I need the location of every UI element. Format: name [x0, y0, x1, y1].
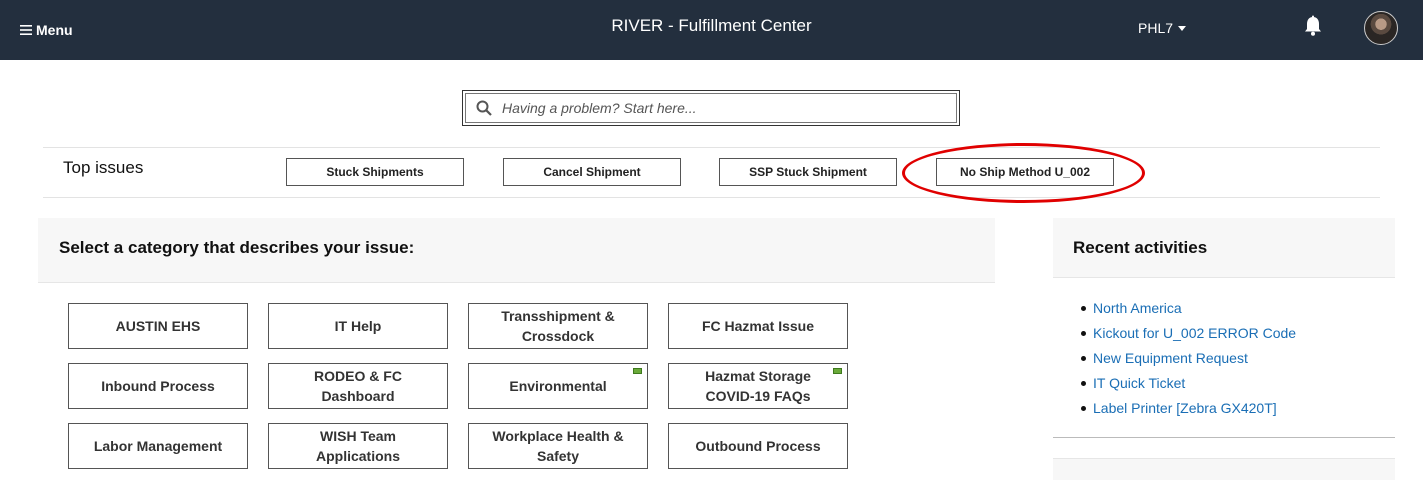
- recent-link-equipment[interactable]: New Equipment Request: [1093, 350, 1248, 366]
- top-issues-row: Top issues Stuck Shipments Cancel Shipme…: [43, 147, 1380, 198]
- category-label: RODEO & FC Dashboard: [314, 368, 402, 404]
- category-labor-management[interactable]: Labor Management: [68, 423, 248, 469]
- recent-link-north-america[interactable]: North America: [1093, 300, 1182, 316]
- category-label: Labor Management: [93, 438, 223, 454]
- category-label: IT Help: [334, 318, 382, 334]
- category-fc-hazmat[interactable]: FC Hazmat Issue: [668, 303, 848, 349]
- notification-bell-icon[interactable]: [1303, 15, 1323, 42]
- issue-button-cancel-shipment[interactable]: Cancel Shipment: [503, 158, 681, 186]
- category-inbound-process[interactable]: Inbound Process: [68, 363, 248, 409]
- category-outbound-process[interactable]: Outbound Process: [668, 423, 848, 469]
- recent-activities-list: North America Kickout for U_002 ERROR Co…: [1080, 298, 1296, 423]
- category-transshipment[interactable]: Transshipment & Crossdock: [468, 303, 648, 349]
- divider: [1053, 437, 1395, 438]
- category-it-help[interactable]: IT Help: [268, 303, 448, 349]
- category-label: WISH Team Applications: [315, 428, 400, 464]
- recent-link-it-ticket[interactable]: IT Quick Ticket: [1093, 375, 1185, 391]
- caret-down-icon: [1178, 25, 1187, 31]
- next-panel-header: [1053, 458, 1395, 480]
- user-avatar[interactable]: [1364, 11, 1398, 45]
- new-badge-icon: [633, 368, 642, 374]
- category-environmental[interactable]: Environmental: [468, 363, 648, 409]
- list-item: Kickout for U_002 ERROR Code: [1080, 323, 1296, 348]
- category-hazmat-storage[interactable]: Hazmat Storage COVID-19 FAQs: [668, 363, 848, 409]
- issue-button-ssp-stuck-shipment[interactable]: SSP Stuck Shipment: [719, 158, 897, 186]
- search-icon: [476, 100, 492, 116]
- category-workplace-health[interactable]: Workplace Health & Safety: [468, 423, 648, 469]
- search-input[interactable]: [502, 100, 956, 116]
- category-rodeo-dashboard[interactable]: RODEO & FC Dashboard: [268, 363, 448, 409]
- app-title: RIVER - Fulfillment Center: [611, 16, 812, 35]
- category-label: Inbound Process: [101, 378, 215, 394]
- list-item: Label Printer [Zebra GX420T]: [1080, 398, 1296, 423]
- category-label: Transshipment & Crossdock: [501, 308, 615, 344]
- issue-button-stuck-shipments[interactable]: Stuck Shipments: [286, 158, 464, 186]
- list-item: New Equipment Request: [1080, 348, 1296, 373]
- category-header: Select a category that describes your is…: [38, 218, 995, 283]
- top-issues-label: Top issues: [63, 158, 144, 177]
- recent-activities-title: Recent activities: [1073, 238, 1208, 257]
- category-label: AUSTIN EHS: [115, 318, 201, 334]
- recent-activities-header: Recent activities: [1053, 218, 1395, 278]
- category-label: Outbound Process: [695, 438, 821, 454]
- new-badge-icon: [833, 368, 842, 374]
- search-box: [462, 90, 960, 126]
- site-selector[interactable]: PHL7: [1138, 20, 1187, 36]
- category-label: FC Hazmat Issue: [701, 318, 815, 334]
- recent-link-kickout[interactable]: Kickout for U_002 ERROR Code: [1093, 325, 1296, 341]
- category-label: Environmental: [509, 378, 607, 394]
- red-highlight-ellipse: [902, 143, 1145, 203]
- list-item: North America: [1080, 298, 1296, 323]
- category-label: Hazmat Storage COVID-19 FAQs: [705, 368, 811, 404]
- category-austin-ehs[interactable]: AUSTIN EHS: [68, 303, 248, 349]
- category-title: Select a category that describes your is…: [59, 238, 415, 257]
- list-item: IT Quick Ticket: [1080, 373, 1296, 398]
- top-nav-bar: Menu RIVER - Fulfillment Center PHL7: [0, 0, 1423, 60]
- site-label: PHL7: [1138, 20, 1174, 36]
- recent-link-label-printer[interactable]: Label Printer [Zebra GX420T]: [1093, 400, 1277, 416]
- category-label: Workplace Health & Safety: [492, 428, 624, 464]
- category-wish-team[interactable]: WISH Team Applications: [268, 423, 448, 469]
